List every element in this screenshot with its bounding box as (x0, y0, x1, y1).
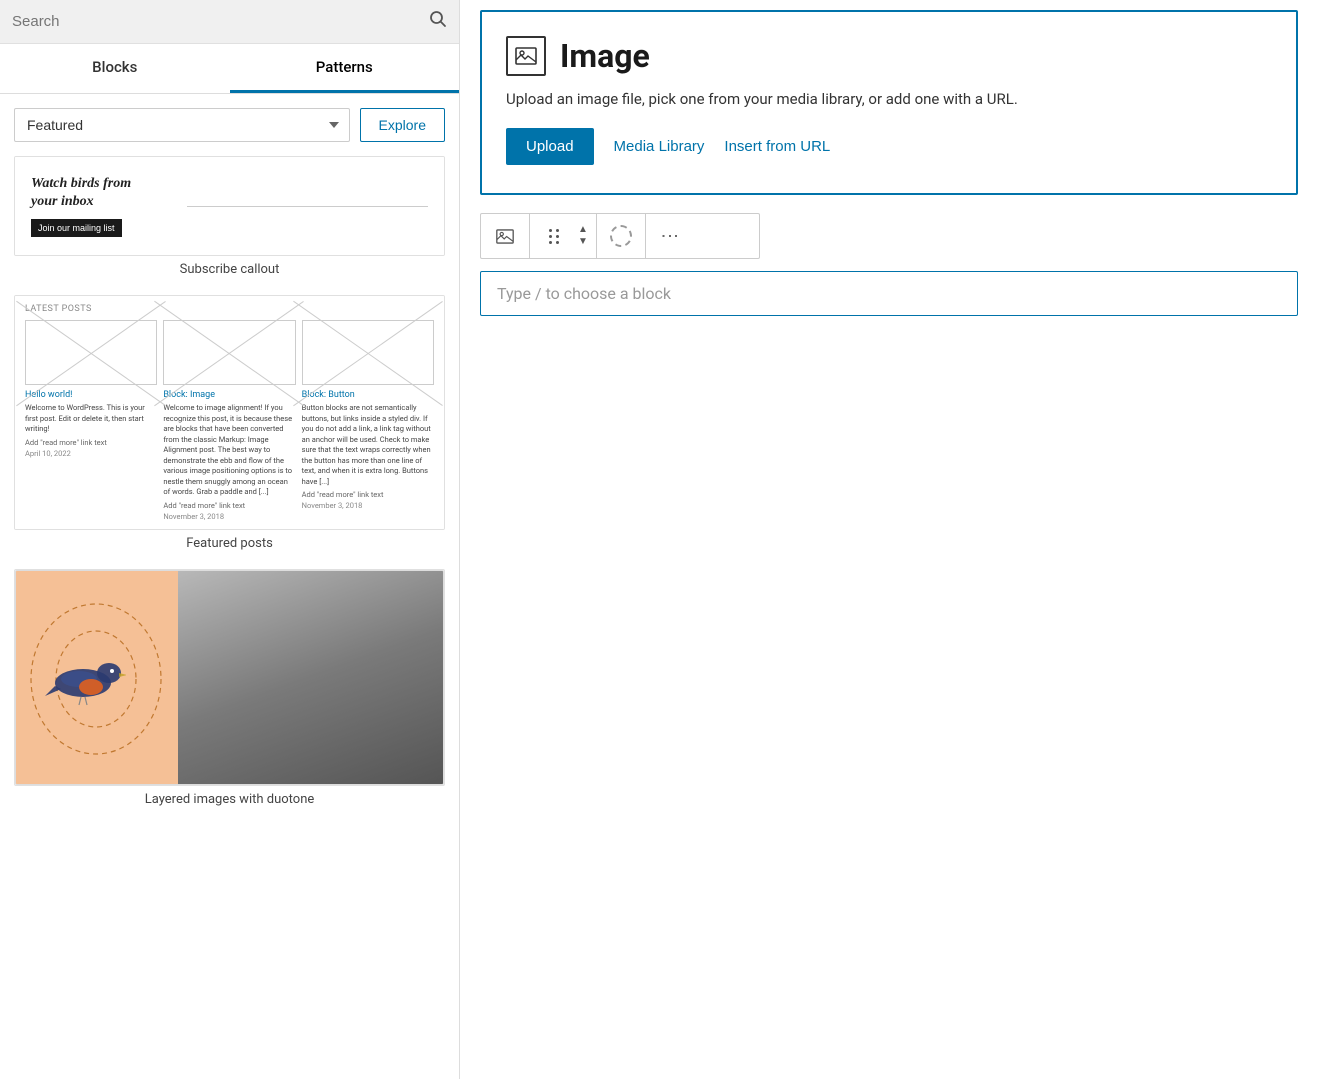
post-readmore-3: Add "read more" link text (302, 490, 434, 499)
post-img-3 (302, 320, 434, 385)
post-readmore-1: Add "read more" link text (25, 438, 157, 447)
drag-handle-btn[interactable] (534, 214, 574, 258)
post-img-2 (163, 320, 295, 385)
pattern-subscribe-callout[interactable]: Watch birds from your inbox Join our mai… (14, 156, 445, 277)
upload-button[interactable]: Upload (506, 128, 594, 165)
tab-blocks[interactable]: Blocks (0, 44, 230, 93)
post-col-2: Block: Image Welcome to image alignment!… (163, 320, 295, 521)
image-actions: Upload Media Library Insert from URL (506, 128, 1272, 165)
post-date-2: November 3, 2018 (163, 512, 295, 521)
block-chooser[interactable]: Type / to choose a block (480, 271, 1298, 316)
drag-dots-icon (547, 227, 562, 246)
post-title-3: Block: Button (302, 390, 434, 400)
pattern-layered-images[interactable]: Layered images with duotone (14, 569, 445, 807)
tab-patterns[interactable]: Patterns (230, 44, 460, 93)
subscribe-callout-label: Subscribe callout (14, 262, 445, 277)
latest-posts-label: LATEST POSTS (25, 304, 434, 314)
post-excerpt-1: Welcome to WordPress. This is your first… (25, 403, 157, 435)
toolbar-more-group: ⋮ (646, 214, 694, 258)
toolbar-image-btn[interactable] (485, 214, 525, 258)
toolbar-spinner-group (597, 214, 646, 258)
image-icon-box (506, 36, 546, 76)
image-block-header: Image (506, 36, 1272, 76)
tabs-row: Blocks Patterns (0, 44, 459, 94)
toolbar-drag-group: ▲ ▼ (530, 214, 597, 258)
post-title-2: Block: Image (163, 390, 295, 400)
insert-from-url-button[interactable]: Insert from URL (724, 138, 830, 155)
pattern-featured-posts[interactable]: LATEST POSTS Hello world! Welcome to Wor… (14, 295, 445, 551)
media-library-button[interactable]: Media Library (614, 138, 705, 155)
right-panel: Image Upload an image file, pick one fro… (460, 0, 1318, 1079)
post-col-1: Hello world! Welcome to WordPress. This … (25, 320, 157, 521)
left-panel: Blocks Patterns Featured Explore Watch b… (0, 0, 460, 1079)
category-row: Featured Explore (0, 94, 459, 156)
category-select[interactable]: Featured (14, 108, 350, 142)
featured-posts-label: Featured posts (14, 536, 445, 551)
post-excerpt-2: Welcome to image alignment! If you recog… (163, 403, 295, 498)
search-icon (429, 10, 447, 33)
spinner-btn[interactable] (601, 214, 641, 258)
posts-grid: Hello world! Welcome to WordPress. This … (25, 320, 434, 521)
post-date-1: April 10, 2022 (25, 449, 157, 458)
layered-image-preview (15, 570, 444, 785)
more-options-btn[interactable]: ⋮ (650, 214, 690, 258)
move-up-btn[interactable]: ▲ (574, 224, 592, 236)
more-options-icon: ⋮ (659, 227, 680, 246)
image-block-description: Upload an image file, pick one from your… (506, 90, 1272, 108)
image-block-container: Image Upload an image file, pick one fro… (480, 10, 1298, 195)
layered-preview-box (14, 569, 445, 786)
toolbar-image-group (481, 214, 530, 258)
block-toolbar: ▲ ▼ ⋮ (480, 213, 760, 259)
subscribe-title: Watch birds from your inbox (31, 175, 161, 211)
post-excerpt-3: Button blocks are not semantically butto… (302, 403, 434, 487)
search-input[interactable] (12, 13, 429, 30)
featured-posts-preview: LATEST POSTS Hello world! Welcome to Wor… (14, 295, 445, 530)
post-col-3: Block: Button Button blocks are not sema… (302, 320, 434, 521)
explore-button[interactable]: Explore (360, 108, 445, 142)
post-readmore-2: Add "read more" link text (163, 501, 295, 510)
move-arrows: ▲ ▼ (574, 224, 592, 248)
search-bar (0, 0, 459, 44)
move-down-btn[interactable]: ▼ (574, 236, 592, 248)
post-title-1: Hello world! (25, 390, 157, 400)
subscribe-callout-preview: Watch birds from your inbox Join our mai… (14, 156, 445, 256)
layered-images-label: Layered images with duotone (14, 792, 445, 807)
spinner-icon (610, 225, 632, 247)
image-block-title: Image (560, 37, 650, 75)
post-img-1 (25, 320, 157, 385)
subscribe-btn-small: Join our mailing list (31, 219, 122, 237)
post-date-3: November 3, 2018 (302, 501, 434, 510)
